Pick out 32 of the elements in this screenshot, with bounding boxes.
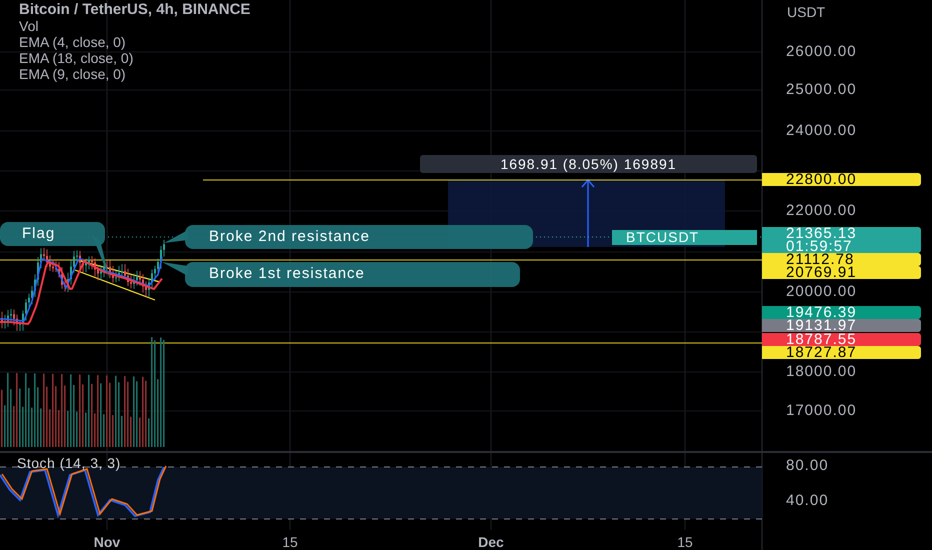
price-tick: 25000.00	[786, 82, 857, 98]
time-tick: 15	[282, 533, 298, 550]
countdown-timer: 01:59:57	[786, 240, 852, 253]
oscillator-tick: 80.00	[786, 458, 829, 474]
price-tick: 26000.00	[786, 44, 857, 60]
price-value: 19476.39	[786, 306, 858, 319]
oscillator-tick: 40.00	[786, 493, 829, 509]
price-value: 20769.91	[786, 266, 858, 279]
time-tick: Dec	[478, 533, 504, 550]
indicator-label: EMA (9, close, 0)	[19, 66, 127, 82]
measure-arrow	[581, 178, 595, 247]
currency-label: USDT	[787, 3, 826, 22]
price-tick: 20000.00	[786, 284, 857, 300]
price-tick: 24000.00	[786, 123, 857, 139]
time-tick: 15	[677, 533, 693, 550]
price-value: 19131.97	[786, 319, 858, 332]
price-value: 18787.55	[786, 333, 858, 346]
indicator-label: Stoch (14, 3, 3)	[17, 454, 121, 473]
symbol-label: BTCUSDT	[612, 230, 757, 245]
indicator-label: EMA (18, close, 0)	[19, 50, 134, 66]
measure-label: 1698.91 (8.05%) 169891	[420, 155, 757, 173]
price-value: 18727.87	[786, 346, 858, 359]
price-tick: 17000.00	[786, 403, 857, 419]
price-tick: 22000.00	[786, 203, 857, 219]
time-tick: Nov	[94, 533, 120, 550]
chart-title: Bitcoin / TetherUS, 4h, BINANCE	[19, 2, 250, 18]
indicator-label: Vol	[19, 18, 40, 34]
indicator-label: EMA (4, close, 0)	[19, 34, 127, 50]
price-value: 22800.00	[786, 173, 858, 186]
price-value: 21112.78	[786, 253, 854, 266]
price-tick: 18000.00	[786, 364, 857, 380]
price-value: 21365.13	[786, 227, 858, 240]
